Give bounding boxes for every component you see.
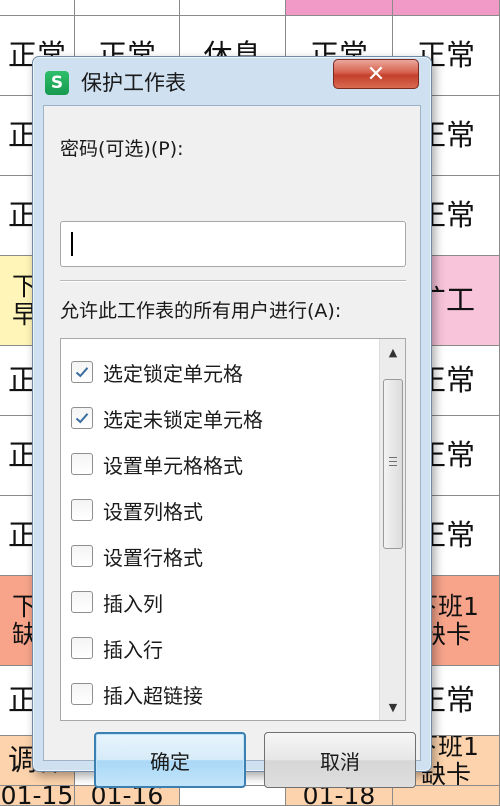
checkmark-icon	[75, 413, 89, 424]
dialog-title: 保护工作表	[81, 71, 186, 95]
text-caret	[71, 232, 73, 256]
sheet-cell[interactable]: 01-15	[0, 786, 75, 806]
sheet-cell[interactable]: 01-18	[286, 786, 393, 806]
permission-item[interactable]: 插入行	[71, 631, 163, 665]
ok-button[interactable]: 确定	[94, 732, 246, 788]
sheet-cell[interactable]: 01-16	[75, 786, 180, 806]
sheet-cell[interactable]	[180, 0, 286, 16]
dialog-body: 密码(可选)(P): 允许此工作表的所有用户进行(A): 删除列插入超链接插入行…	[43, 105, 421, 788]
permission-item[interactable]: 插入超链接	[71, 677, 203, 711]
checkbox-checked[interactable]	[71, 407, 93, 429]
checkbox[interactable]	[71, 637, 93, 659]
sheet-cell[interactable]	[75, 0, 180, 16]
sheet-cell[interactable]	[0, 0, 75, 16]
permissions-list[interactable]: 删除列插入超链接插入行插入列设置行格式设置列格式设置单元格格式选定未锁定单元格选…	[60, 338, 406, 721]
cancel-button[interactable]: 取消	[264, 732, 416, 788]
permission-item-label: 插入列	[103, 591, 163, 616]
checkbox[interactable]	[71, 591, 93, 613]
permission-item[interactable]: 选定锁定单元格	[71, 355, 243, 389]
password-input[interactable]	[60, 221, 406, 267]
checkbox-checked[interactable]	[71, 361, 93, 383]
sheet-cell[interactable]	[180, 786, 286, 806]
checkbox[interactable]	[71, 499, 93, 521]
permissions-label: 允许此工作表的所有用户进行(A):	[60, 300, 342, 322]
close-icon: ✕	[366, 61, 386, 87]
checkbox[interactable]	[71, 453, 93, 475]
dialog-titlebar[interactable]: S 保护工作表 ✕	[33, 57, 431, 105]
sheet-cell[interactable]	[286, 0, 393, 16]
scroll-up-arrow-icon[interactable]: ▲	[380, 339, 405, 365]
permission-item-label: 插入超链接	[103, 683, 203, 708]
permission-item[interactable]: 插入列	[71, 585, 163, 619]
separator	[60, 280, 406, 282]
checkmark-icon	[75, 367, 89, 378]
checkbox[interactable]	[71, 545, 93, 567]
wps-app-icon: S	[45, 71, 69, 95]
scrollbar-thumb[interactable]	[383, 379, 403, 549]
permission-item[interactable]: 设置列格式	[71, 493, 203, 527]
permission-item[interactable]: 设置行格式	[71, 539, 203, 573]
permission-item-label: 设置行格式	[103, 545, 203, 570]
permission-item-label: 设置列格式	[103, 499, 203, 524]
scrollbar[interactable]: ▲ ▼	[379, 339, 405, 720]
password-label: 密码(可选)(P):	[60, 138, 184, 160]
checkbox[interactable]	[71, 683, 93, 705]
scroll-down-arrow-icon[interactable]: ▼	[380, 694, 405, 720]
permission-item[interactable]: 选定未锁定单元格	[71, 401, 263, 435]
protect-sheet-dialog: S 保护工作表 ✕ 密码(可选)(P): 允许此工作表的所有用户进行(A): 删…	[32, 56, 432, 788]
sheet-cell[interactable]	[393, 786, 500, 806]
permission-item-label: 插入行	[103, 637, 163, 662]
permission-item[interactable]: 设置单元格格式	[71, 447, 243, 481]
sheet-cell[interactable]	[393, 0, 500, 16]
permission-item-label: 选定锁定单元格	[103, 361, 243, 386]
permission-item-label: 选定未锁定单元格	[103, 407, 263, 432]
grip-icon	[389, 457, 397, 469]
close-button[interactable]: ✕	[333, 59, 419, 89]
permission-item-label: 设置单元格格式	[103, 453, 243, 478]
